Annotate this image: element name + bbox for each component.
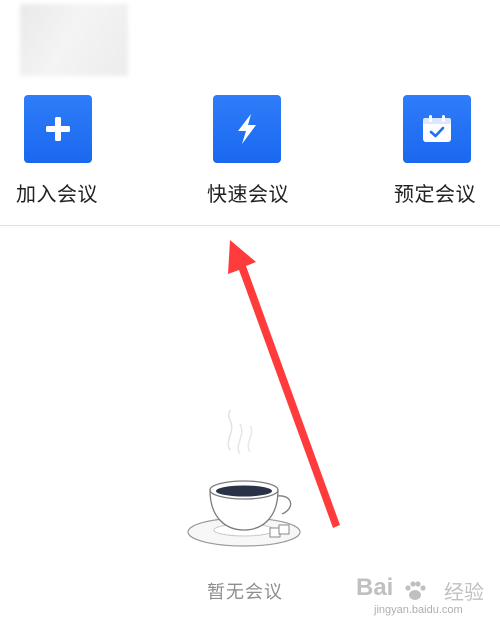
meeting-home-screen: 加入会议 快速会议 预定会议 暂无会议 Bai 经验 jingyan.baidu…	[0, 0, 500, 626]
baidu-jingyan-watermark: Bai 经验 jingyan.baidu.com	[334, 572, 494, 620]
quick-meeting-label: 快速会议	[207, 182, 289, 206]
watermark-url: jingyan.baidu.com	[374, 604, 463, 616]
watermark-brand: Bai	[356, 574, 394, 601]
divider	[0, 225, 500, 226]
quick-meeting-button[interactable]: 快速会议	[205, 95, 335, 206]
avatar[interactable]	[20, 4, 128, 76]
join-meeting-label: 加入会议	[16, 182, 98, 206]
join-meeting-button[interactable]: 加入会议	[16, 95, 146, 206]
schedule-meeting-button[interactable]: 预定会议	[394, 95, 500, 206]
coffee-cup-icon	[182, 407, 307, 555]
watermark-suffix: 经验	[444, 580, 484, 604]
lightning-icon	[213, 95, 281, 163]
paw-icon	[405, 581, 426, 600]
plus-icon	[24, 95, 92, 163]
calendar-check-icon	[403, 95, 471, 163]
schedule-meeting-label: 预定会议	[394, 182, 476, 206]
